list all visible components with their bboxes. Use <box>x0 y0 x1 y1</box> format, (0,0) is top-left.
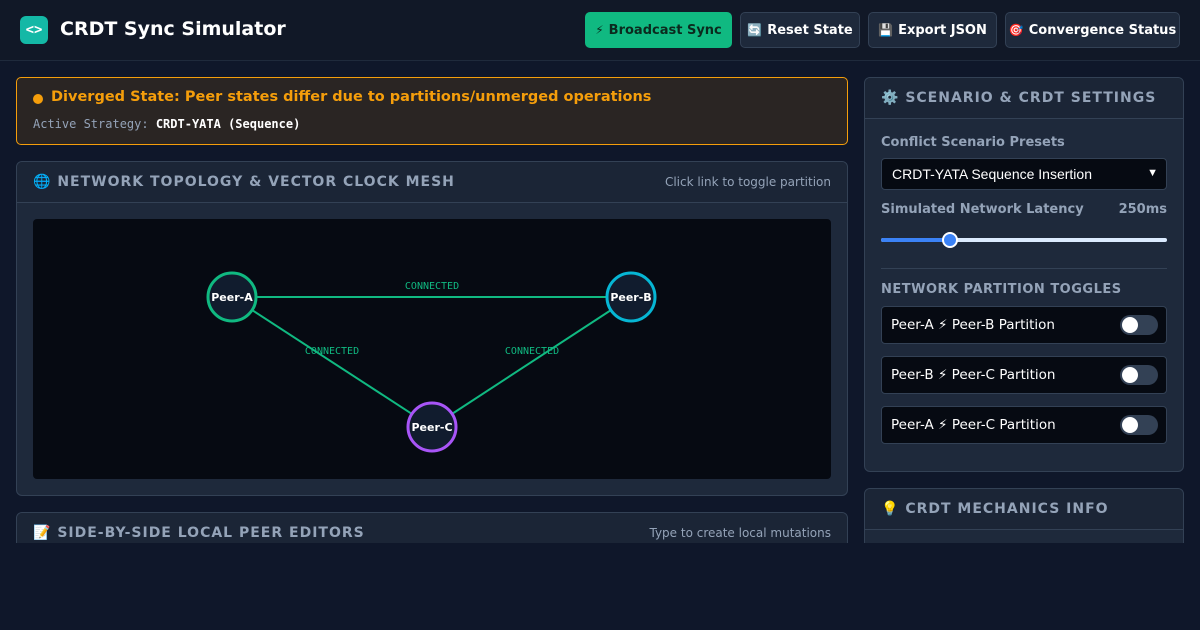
active-strategy: Active Strategy: CRDT-YATA (Sequence) <box>33 117 300 131</box>
topology-hint: Click link to toggle partition <box>664 175 831 189</box>
partition-toggle-b-c[interactable] <box>1120 365 1158 385</box>
partition-label-b-c: Peer-B ⚡ Peer-C Partition <box>891 367 1056 383</box>
globe-icon: 🌐 <box>33 174 52 190</box>
convergence-status-button[interactable]: 🎯 Convergence Status <box>1005 12 1180 48</box>
main-content: Diverged State: Peer states differ due t… <box>0 61 1200 543</box>
link-status-label: CONNECTED <box>305 346 359 357</box>
editors-panel-title: 📝 SIDE-BY-SIDE LOCAL PEER EDITORS <box>33 525 365 541</box>
partition-label-a-b: Peer-A ⚡ Peer-B Partition <box>891 317 1055 333</box>
reset-state-button[interactable]: 🔄 Reset State <box>740 12 860 48</box>
topology-panel-title: 🌐 NETWORK TOPOLOGY & VECTOR CLOCK MESH <box>33 174 455 190</box>
divergence-alert: Diverged State: Peer states differ due t… <box>16 77 848 145</box>
link-status-label: CONNECTED <box>405 281 459 292</box>
mechanics-info-panel: 💡 CRDT MECHANICS INFO <box>864 488 1184 543</box>
toggle-knob <box>1122 317 1138 333</box>
settings-panel: ⚙️ SCENARIO & CRDT SETTINGS Conflict Sce… <box>864 77 1184 472</box>
editors-title-text: SIDE-BY-SIDE LOCAL PEER EDITORS <box>57 525 365 541</box>
topology-graph: CONNECTED CONNECTED CONNECTED Peer-A Peer-B… <box>206 271 657 453</box>
editors-panel-header: 📝 SIDE-BY-SIDE LOCAL PEER EDITORS Type t… <box>17 513 847 543</box>
broadcast-sync-button[interactable]: ⚡ Broadcast Sync <box>585 12 732 48</box>
link-a-c[interactable] <box>251 309 413 415</box>
strategy-label: Active Strategy: <box>33 117 149 131</box>
strategy-value: CRDT-YATA (Sequence) <box>155 117 301 131</box>
floppy-disk-icon: 💾 <box>878 23 894 37</box>
latency-value: 250ms <box>1118 202 1167 217</box>
scenario-preset-value: CRDT-YATA Sequence Insertion <box>892 166 1092 182</box>
export-json-label: Export JSON <box>898 22 987 38</box>
partition-row-a-c: Peer-A ⚡ Peer-C Partition <box>881 406 1167 444</box>
light-bulb-icon: 💡 <box>881 501 900 517</box>
topology-panel-header: 🌐 NETWORK TOPOLOGY & VECTOR CLOCK MESH C… <box>17 162 847 203</box>
reset-state-label: Reset State <box>767 22 853 38</box>
scenario-preset-select[interactable]: CRDT-YATA Sequence Insertion ▼ <box>881 158 1167 190</box>
peer-node-label: Peer-A <box>211 291 253 304</box>
link-b-c[interactable] <box>451 309 612 415</box>
preset-label: Conflict Scenario Presets <box>881 135 1065 150</box>
app-title: CRDT Sync Simulator <box>60 18 286 40</box>
topology-canvas: CONNECTED CONNECTED CONNECTED Peer-A Peer-B… <box>33 219 831 479</box>
target-icon: 🎯 <box>1008 23 1024 37</box>
warning-dot-icon <box>33 94 43 104</box>
toggle-knob <box>1122 417 1138 433</box>
partition-toggle-a-c[interactable] <box>1120 415 1158 435</box>
settings-title-text: SCENARIO & CRDT SETTINGS <box>905 90 1157 106</box>
editors-panel: 📝 SIDE-BY-SIDE LOCAL PEER EDITORS Type t… <box>16 512 848 543</box>
gear-icon: ⚙️ <box>881 90 900 106</box>
partition-label-a-c: Peer-A ⚡ Peer-C Partition <box>891 417 1056 433</box>
toggle-knob <box>1122 367 1138 383</box>
topology-title-text: NETWORK TOPOLOGY & VECTOR CLOCK MESH <box>57 174 455 190</box>
editors-hint: Type to create local mutations <box>649 526 831 540</box>
partition-heading: NETWORK PARTITION TOGGLES <box>881 282 1122 297</box>
lightning-icon: ⚡ <box>595 23 604 37</box>
app-header: <> CRDT Sync Simulator ⚡ Broadcast Sync … <box>0 0 1200 61</box>
peer-node-label: Peer-B <box>610 291 651 304</box>
latency-label: Simulated Network Latency <box>881 202 1084 217</box>
chevron-down-icon: ▼ <box>1147 167 1158 179</box>
topology-panel: 🌐 NETWORK TOPOLOGY & VECTOR CLOCK MESH C… <box>16 161 848 496</box>
broadcast-sync-label: Broadcast Sync <box>608 22 722 38</box>
latency-slider-fill <box>881 238 950 242</box>
mechanics-info-header: 💡 CRDT MECHANICS INFO <box>865 489 1183 530</box>
settings-panel-title: ⚙️ SCENARIO & CRDT SETTINGS <box>881 90 1156 106</box>
latency-slider-thumb[interactable] <box>941 232 958 248</box>
latency-slider[interactable] <box>881 238 1167 242</box>
settings-divider <box>881 268 1167 269</box>
link-status-label: CONNECTED <box>505 346 559 357</box>
convergence-status-label: Convergence Status <box>1028 22 1177 38</box>
mechanics-info-title-text: CRDT MECHANICS INFO <box>905 501 1109 517</box>
peer-node-label: Peer-C <box>411 421 452 434</box>
partition-row-a-b: Peer-A ⚡ Peer-B Partition <box>881 306 1167 344</box>
code-icon: <> <box>20 16 48 44</box>
partition-row-b-c: Peer-B ⚡ Peer-C Partition <box>881 356 1167 394</box>
refresh-icon: 🔄 <box>747 23 763 37</box>
partition-toggle-a-b[interactable] <box>1120 315 1158 335</box>
memo-icon: 📝 <box>33 525 52 541</box>
settings-panel-header: ⚙️ SCENARIO & CRDT SETTINGS <box>865 78 1183 119</box>
export-json-button[interactable]: 💾 Export JSON <box>868 12 997 48</box>
alert-title: Diverged State: Peer states differ due t… <box>51 89 652 105</box>
mechanics-info-title: 💡 CRDT MECHANICS INFO <box>881 501 1109 517</box>
